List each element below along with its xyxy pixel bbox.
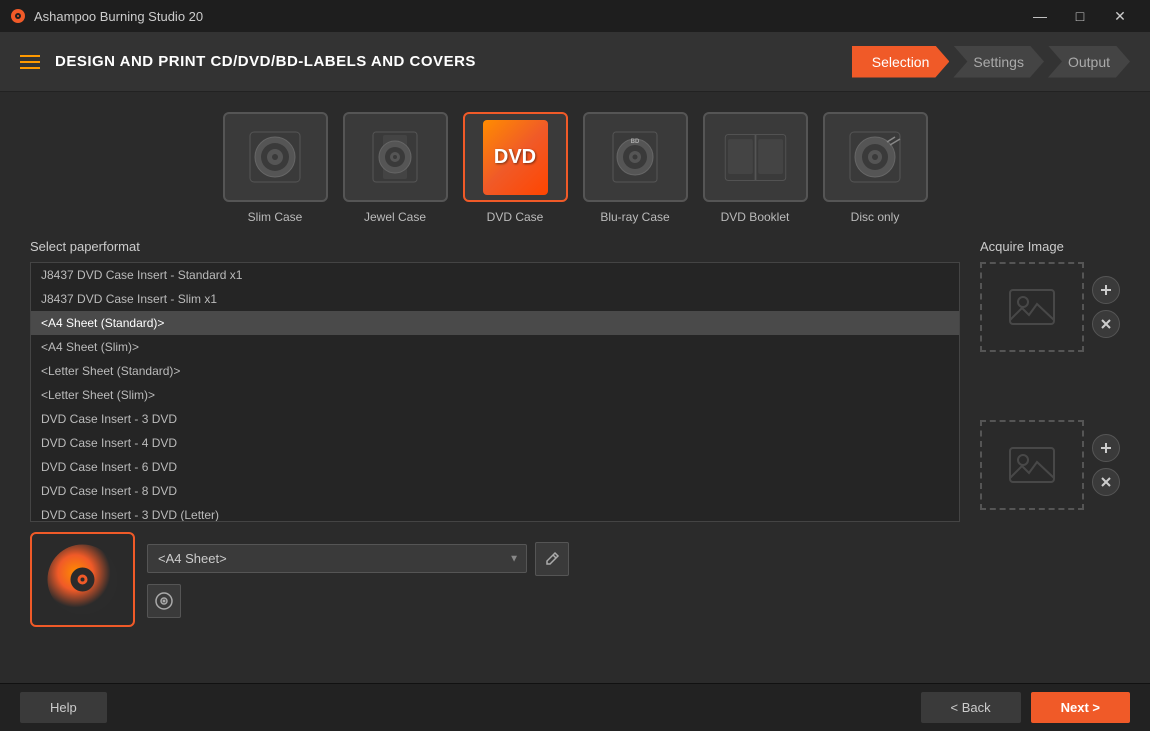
header-nav: Selection Settings Output: [852, 46, 1130, 78]
disc-only-icon: [845, 127, 905, 187]
top-slot-buttons: [1092, 276, 1120, 338]
case-type-selector: Slim Case Jewel Case DVD: [30, 112, 1120, 224]
disc-preview-icon: [45, 542, 120, 617]
bottom-image-slot: [980, 420, 1084, 510]
disc-preview: [30, 532, 135, 627]
close-button[interactable]: ✕: [1100, 0, 1140, 32]
disc-small-icon: [155, 592, 173, 610]
dropdown-row: <A4 Sheet><A4 Sheet (Slim)><Letter Sheet…: [147, 542, 569, 576]
header-left: DESIGN AND PRINT CD/DVD/BD-LABELS AND CO…: [20, 53, 476, 70]
slim-case-label: Slim Case: [248, 210, 303, 224]
plus-icon: [1099, 441, 1113, 455]
close-icon: [1099, 475, 1113, 489]
app-title: Ashampoo Burning Studio 20: [34, 9, 203, 24]
list-item[interactable]: DVD Case Insert - 8 DVD: [31, 479, 959, 503]
list-item[interactable]: DVD Case Insert - 3 DVD (Letter): [31, 503, 959, 522]
acquire-label: Acquire Image: [980, 239, 1120, 254]
list-item[interactable]: DVD Case Insert - 3 DVD: [31, 407, 959, 431]
bottom-section: Select paperformat J8437 DVD Case Insert…: [30, 239, 1120, 663]
case-disc-only[interactable]: Disc only: [823, 112, 928, 224]
nav-step-output[interactable]: Output: [1048, 46, 1130, 78]
titlebar-left: Ashampoo Burning Studio 20: [10, 8, 203, 24]
top-image-slot: [980, 262, 1084, 352]
slim-case-icon-box: [223, 112, 328, 202]
footer: Help < Back Next >: [0, 683, 1150, 731]
list-item-selected[interactable]: <A4 Sheet (Standard)>: [31, 311, 959, 335]
image-placeholder-bottom: [1007, 440, 1057, 490]
list-item[interactable]: DVD Case Insert - 6 DVD: [31, 455, 959, 479]
disc-only-icon-box: [823, 112, 928, 202]
disc-only-label: Disc only: [851, 210, 900, 224]
edit-button[interactable]: [535, 542, 569, 576]
header: DESIGN AND PRINT CD/DVD/BD-LABELS AND CO…: [0, 32, 1150, 92]
jewel-case-icon: [365, 127, 425, 187]
disc-icon-button[interactable]: [147, 584, 181, 618]
titlebar: Ashampoo Burning Studio 20 — □ ✕: [0, 0, 1150, 32]
close-icon: [1099, 317, 1113, 331]
jewel-case-label: Jewel Case: [364, 210, 426, 224]
case-jewel[interactable]: Jewel Case: [343, 112, 448, 224]
add-top-image-button[interactable]: [1092, 276, 1120, 304]
remove-bottom-image-button[interactable]: [1092, 468, 1120, 496]
nav-step-settings[interactable]: Settings: [953, 46, 1044, 78]
svg-text:BD: BD: [631, 139, 640, 145]
list-item[interactable]: <Letter Sheet (Standard)>: [31, 359, 959, 383]
dvd-booklet-icon-box: [703, 112, 808, 202]
dvd-case-label: DVD Case: [487, 210, 544, 224]
list-item[interactable]: <A4 Sheet (Slim)>: [31, 335, 959, 359]
paper-list[interactable]: J8437 DVD Case Insert - Standard x1 J843…: [30, 262, 960, 522]
dvd-case-icon: DVD: [483, 120, 548, 195]
page-title: DESIGN AND PRINT CD/DVD/BD-LABELS AND CO…: [55, 53, 476, 70]
titlebar-controls: — □ ✕: [1020, 0, 1140, 32]
footer-right: < Back Next >: [921, 692, 1131, 723]
plus-icon: [1099, 283, 1113, 297]
paperformat-section: Select paperformat J8437 DVD Case Insert…: [30, 239, 960, 627]
maximize-button[interactable]: □: [1060, 0, 1100, 32]
dvd-booklet-icon: [723, 130, 788, 185]
list-item[interactable]: DVD Case Insert - 4 DVD: [31, 431, 959, 455]
dropdown-wrapper: <A4 Sheet><A4 Sheet (Slim)><Letter Sheet…: [147, 544, 527, 573]
bottom-slot-buttons: [1092, 434, 1120, 496]
remove-top-image-button[interactable]: [1092, 310, 1120, 338]
app-icon: [10, 8, 26, 24]
bluray-case-icon: BD: [605, 127, 665, 187]
next-button[interactable]: Next >: [1031, 692, 1130, 723]
back-button[interactable]: < Back: [921, 692, 1021, 723]
paperformat-label: Select paperformat: [30, 239, 960, 254]
main-content: Slim Case Jewel Case DVD: [0, 92, 1150, 683]
dvd-booklet-label: DVD Booklet: [721, 210, 790, 224]
list-item[interactable]: J8437 DVD Case Insert - Standard x1: [31, 263, 959, 287]
pencil-icon: [544, 551, 560, 567]
list-item[interactable]: J8437 DVD Case Insert - Slim x1: [31, 287, 959, 311]
paper-dropdown[interactable]: <A4 Sheet><A4 Sheet (Slim)><Letter Sheet…: [147, 544, 527, 573]
minimize-button[interactable]: —: [1020, 0, 1060, 32]
right-panel: Acquire Image: [980, 239, 1120, 510]
case-slim[interactable]: Slim Case: [223, 112, 328, 224]
bluray-case-icon-box: BD: [583, 112, 688, 202]
help-button[interactable]: Help: [20, 692, 107, 723]
image-slot-top: [980, 262, 1120, 352]
bluray-case-label: Blu-ray Case: [600, 210, 669, 224]
image-placeholder-top: [1007, 282, 1057, 332]
slim-case-icon: [245, 127, 305, 187]
case-booklet[interactable]: DVD Booklet: [703, 112, 808, 224]
nav-step-selection[interactable]: Selection: [852, 46, 950, 78]
case-dvd[interactable]: DVD DVD Case: [463, 112, 568, 224]
dvd-case-icon-box: DVD: [463, 112, 568, 202]
image-slot-bottom: [980, 420, 1120, 510]
jewel-case-icon-box: [343, 112, 448, 202]
hamburger-menu[interactable]: [20, 55, 40, 69]
case-bluray[interactable]: BD Blu-ray Case: [583, 112, 688, 224]
add-bottom-image-button[interactable]: [1092, 434, 1120, 462]
list-item[interactable]: <Letter Sheet (Slim)>: [31, 383, 959, 407]
